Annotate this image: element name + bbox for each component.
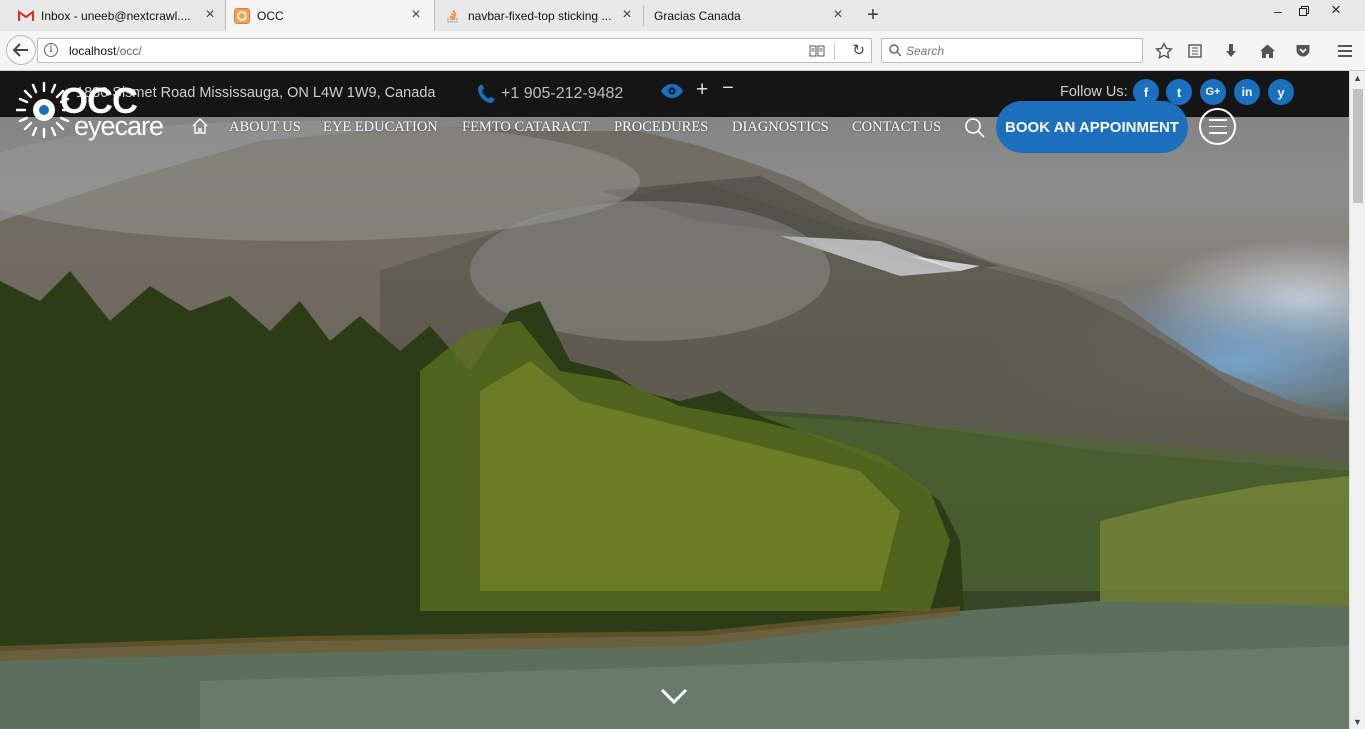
url-bar-divider: [834, 42, 835, 60]
hero-background: [0, 71, 1349, 729]
linkedin-icon[interactable]: in: [1234, 79, 1260, 105]
tab-title: OCC: [257, 8, 284, 23]
url-bar[interactable]: i localhost/occ/ ↻: [37, 38, 872, 63]
close-tab-icon[interactable]: ×: [830, 7, 846, 23]
eye-visibility-icon[interactable]: [660, 83, 684, 104]
browser-tab-strip: Inbox - uneeb@nextcrawl.... × OCC × navb…: [0, 0, 1365, 31]
close-tab-icon[interactable]: ×: [619, 7, 635, 23]
menu-femto-cataract[interactable]: FEMTO CATARACT: [462, 119, 590, 136]
stackoverflow-icon: [445, 8, 461, 24]
google-plus-icon[interactable]: G+: [1200, 79, 1226, 105]
book-appointment-button[interactable]: BOOK AN APPOINMENT: [996, 101, 1188, 153]
menu-diagnostics[interactable]: DIAGNOSTICS: [732, 119, 829, 136]
home-icon[interactable]: [191, 117, 209, 140]
close-window-icon[interactable]: ×: [1324, 0, 1348, 20]
scrollbar-thumb[interactable]: [1353, 89, 1363, 203]
close-tab-icon[interactable]: ×: [408, 7, 424, 23]
follow-us-label: Follow Us:: [1060, 84, 1128, 100]
text-size-increase-button[interactable]: +: [696, 78, 708, 102]
download-icon[interactable]: [1221, 41, 1241, 61]
url-path: /occ/: [116, 44, 142, 58]
tab-title: navbar-fixed-top sticking ...: [468, 8, 612, 23]
gmail-icon: [18, 8, 34, 24]
site-info-icon[interactable]: i: [44, 43, 58, 57]
site-icon: [234, 7, 250, 24]
logo-eyecare-text: eyecare: [74, 111, 164, 141]
home-icon[interactable]: [1257, 41, 1277, 61]
scroll-down-arrow-icon[interactable]: ▼: [1353, 717, 1362, 727]
menu-procedures[interactable]: PROCEDURES: [614, 119, 708, 136]
reload-icon[interactable]: ↻: [852, 41, 865, 59]
page-viewport: 1880 Sismet Road Mississauga, ON L4W 1W9…: [0, 71, 1349, 729]
mountain-landscape-image: [0, 121, 1349, 729]
minimize-icon[interactable]: –: [1266, 3, 1290, 19]
tab-occ[interactable]: OCC ×: [225, 0, 435, 31]
close-tab-icon[interactable]: ×: [202, 7, 218, 23]
new-tab-button[interactable]: +: [862, 4, 884, 26]
yelp-icon[interactable]: y: [1268, 79, 1294, 105]
scroll-down-chevron-icon[interactable]: [660, 688, 688, 704]
tab-title: Inbox - uneeb@nextcrawl....: [41, 8, 191, 23]
menu-about-us[interactable]: ABOUT US: [229, 119, 301, 136]
scroll-up-arrow-icon[interactable]: ▲: [1353, 73, 1362, 83]
menu-contact-us[interactable]: CONTACT US: [852, 119, 941, 136]
browser-toolbar: i localhost/occ/ ↻: [0, 31, 1365, 71]
search-bar[interactable]: [881, 38, 1143, 63]
search-input[interactable]: [906, 42, 1136, 60]
back-arrow-icon: [13, 43, 28, 57]
search-icon[interactable]: [964, 117, 986, 144]
bookmark-star-icon[interactable]: [1154, 41, 1174, 61]
text-size-decrease-button[interactable]: −: [722, 77, 734, 100]
url-host: localhost: [69, 44, 117, 58]
bookmarks-menu-icon[interactable]: [1185, 41, 1205, 61]
tab-inbox[interactable]: Inbox - uneeb@nextcrawl.... ×: [18, 0, 218, 31]
tab-gracias-canada[interactable]: Gracias Canada ×: [654, 0, 846, 31]
vertical-scrollbar[interactable]: ▲ ▼: [1349, 71, 1365, 729]
phone-contact[interactable]: +1 905-212-9482: [475, 82, 623, 106]
tab-stackoverflow[interactable]: navbar-fixed-top sticking ... ×: [445, 0, 635, 31]
pocket-icon[interactable]: [1293, 41, 1313, 61]
menu-eye-education[interactable]: EYE EDUCATION: [323, 119, 438, 136]
main-menu-icon[interactable]: [1335, 41, 1355, 61]
tab-title: Gracias Canada: [654, 8, 741, 23]
phone-icon: [478, 84, 495, 103]
twitter-icon[interactable]: t: [1166, 79, 1192, 105]
hamburger-line: [1208, 125, 1227, 128]
hamburger-line: [1208, 132, 1227, 134]
reader-view-icon[interactable]: [809, 44, 825, 63]
search-icon: [889, 44, 902, 62]
url-text[interactable]: localhost/occ/: [69, 44, 142, 58]
hamburger-line: [1208, 119, 1227, 121]
back-button[interactable]: [6, 35, 36, 65]
hamburger-menu-button[interactable]: [1199, 108, 1236, 145]
tab-divider: [643, 6, 644, 26]
phone-number: +1 905-212-9482: [501, 85, 624, 102]
restore-icon[interactable]: [1292, 3, 1316, 19]
occ-eyecare-logo[interactable]: OCC eyecare: [16, 79, 166, 143]
